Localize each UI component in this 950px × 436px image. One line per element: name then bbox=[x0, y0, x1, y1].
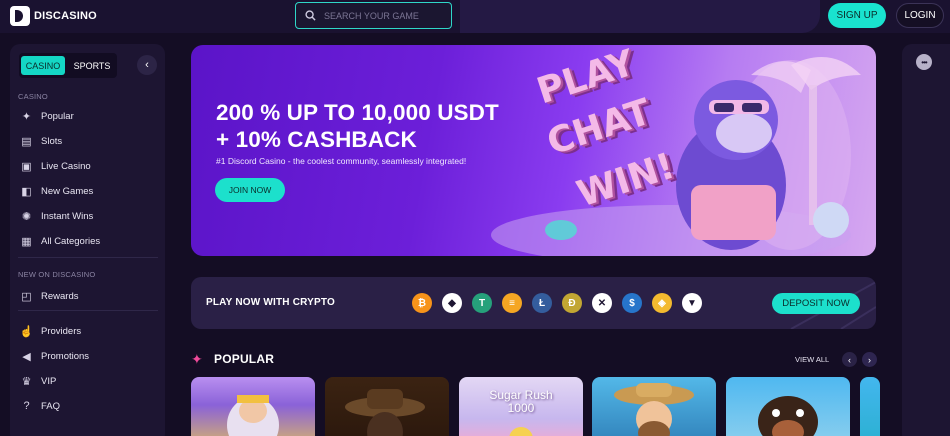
sidebar: CASINO SPORTS ‹ CASINO ✦ Popular ▤ Slots… bbox=[10, 44, 165, 436]
cowboy-art bbox=[345, 389, 425, 436]
sidebar-item-live-casino[interactable]: ▣ Live Casino bbox=[20, 157, 158, 175]
providers-icon: ☝ bbox=[19, 325, 34, 338]
sidebar-item-label: Live Casino bbox=[41, 160, 91, 172]
usdc-icon: $ bbox=[622, 293, 642, 313]
gift-icon: ◰ bbox=[21, 290, 32, 303]
game-card-cowboy[interactable] bbox=[325, 377, 449, 436]
search-icon bbox=[305, 10, 316, 21]
chevron-left-icon[interactable]: ‹ bbox=[137, 55, 157, 75]
search-input[interactable] bbox=[324, 10, 442, 21]
sidebar-item-all-categories[interactable]: ▦ All Categories bbox=[20, 232, 158, 250]
sidebar-item-slots[interactable]: ▤ Slots bbox=[20, 132, 158, 150]
promo-banner[interactable]: PLAY CHAT WIN! 200 % UP TO 10,000 USDT +… bbox=[191, 45, 876, 256]
question-icon: ? bbox=[23, 400, 30, 412]
sidebar-item-popular[interactable]: ✦ Popular bbox=[20, 107, 158, 125]
search-box[interactable] bbox=[295, 2, 452, 29]
xrp-icon: ✕ bbox=[592, 293, 612, 313]
logo[interactable]: DISCASINO bbox=[10, 6, 97, 26]
divider bbox=[18, 310, 158, 311]
ethereum-icon: ◆ bbox=[442, 293, 462, 313]
sidebar-item-new-games[interactable]: ◧ New Games bbox=[20, 182, 158, 200]
live-casino-icon: ▣ bbox=[21, 160, 32, 173]
tron-icon: ▼ bbox=[682, 293, 702, 313]
sparkle-icon: ✦ bbox=[21, 110, 32, 123]
sidebar-item-label: Promotions bbox=[41, 350, 90, 362]
sidebar-item-instant-wins[interactable]: ✺ Instant Wins bbox=[20, 207, 158, 225]
divider bbox=[18, 257, 158, 258]
bch-icon: ≡ bbox=[502, 293, 522, 313]
grid-icon: ▦ bbox=[21, 235, 32, 248]
sidebar-item-rewards[interactable]: ◰ Rewards bbox=[20, 287, 158, 305]
zeus-art bbox=[227, 395, 279, 436]
sidebar-item-providers[interactable]: ☝ Providers bbox=[20, 322, 158, 340]
chevron-right-icon[interactable]: › bbox=[862, 352, 877, 367]
deposit-now-button[interactable]: DEPOSIT NOW bbox=[772, 293, 860, 314]
game-card-dog[interactable] bbox=[726, 377, 850, 436]
join-now-button[interactable]: JOIN NOW bbox=[215, 178, 285, 202]
sidebar-item-label: FAQ bbox=[41, 400, 61, 412]
sugar-rush-art bbox=[509, 427, 533, 436]
sidebar-item-vip[interactable]: ♛ VIP bbox=[20, 372, 158, 390]
megaphone-icon: ◀ bbox=[22, 350, 31, 363]
login-button[interactable]: LOGIN bbox=[896, 3, 944, 28]
top-header bbox=[0, 0, 950, 33]
sidebar-item-label: Instant Wins bbox=[41, 210, 94, 222]
tab-casino[interactable]: CASINO bbox=[21, 56, 65, 75]
instant-wins-icon: ✺ bbox=[21, 210, 32, 223]
game-card-partial[interactable] bbox=[860, 377, 880, 436]
sparkle-icon: ✦ bbox=[191, 351, 203, 367]
new-games-icon: ◧ bbox=[21, 185, 32, 198]
chevron-left-icon[interactable]: ‹ bbox=[842, 352, 857, 367]
game-card-sugar-rush[interactable]: Sugar Rush 1000 bbox=[459, 377, 583, 436]
game-card-fisherman[interactable] bbox=[592, 377, 716, 436]
sidebar-item-label: Providers bbox=[41, 325, 82, 337]
chat-icon[interactable]: ••• bbox=[916, 54, 932, 70]
right-rail bbox=[902, 44, 950, 436]
sidebar-item-label: VIP bbox=[41, 375, 57, 387]
signup-button[interactable]: SIGN UP bbox=[828, 3, 886, 28]
sidebar-item-faq[interactable]: ? FAQ bbox=[20, 397, 158, 415]
crown-icon: ♛ bbox=[21, 375, 32, 388]
bitcoin-icon: ₿ bbox=[412, 293, 432, 313]
tether-icon: T bbox=[472, 293, 492, 313]
game-card-zeus[interactable] bbox=[191, 377, 315, 436]
litecoin-icon: Ł bbox=[532, 293, 552, 313]
logo-text: DISCASINO bbox=[34, 10, 97, 22]
sidebar-item-label: Rewards bbox=[41, 290, 79, 302]
section-casino: CASINO bbox=[18, 92, 48, 101]
slots-icon: ▤ bbox=[21, 135, 32, 148]
banner-headline: 200 % UP TO 10,000 USDT + 10% CASHBACK bbox=[216, 100, 499, 152]
section-new: NEW ON DISCASINO bbox=[18, 270, 96, 279]
popular-title: POPULAR bbox=[214, 352, 275, 366]
sidebar-item-label: Slots bbox=[41, 135, 63, 147]
sidebar-tabs: CASINO SPORTS bbox=[19, 53, 117, 78]
banner-subtitle: #1 Discord Casino - the coolest communit… bbox=[216, 156, 467, 166]
sidebar-item-label: Popular bbox=[41, 110, 74, 122]
logo-icon bbox=[10, 6, 30, 26]
tab-sports[interactable]: SPORTS bbox=[69, 56, 115, 75]
dog-art bbox=[758, 396, 818, 436]
view-all-link[interactable]: VIEW ALL bbox=[795, 355, 829, 364]
fisherman-art bbox=[614, 383, 694, 436]
sidebar-item-label: All Categories bbox=[41, 235, 101, 247]
sidebar-item-label: New Games bbox=[41, 185, 94, 197]
bnb-icon: ◈ bbox=[652, 293, 672, 313]
crypto-bar: PLAY NOW WITH CRYPTO ₿ ◆ T ≡ Ł Ð ✕ $ ◈ ▼ DEPOSIT … bbox=[191, 277, 876, 329]
sidebar-item-promotions[interactable]: ◀ Promotions bbox=[20, 347, 158, 365]
crypto-label: PLAY NOW WITH CRYPTO bbox=[206, 297, 336, 308]
dogecoin-icon: Ð bbox=[562, 293, 582, 313]
